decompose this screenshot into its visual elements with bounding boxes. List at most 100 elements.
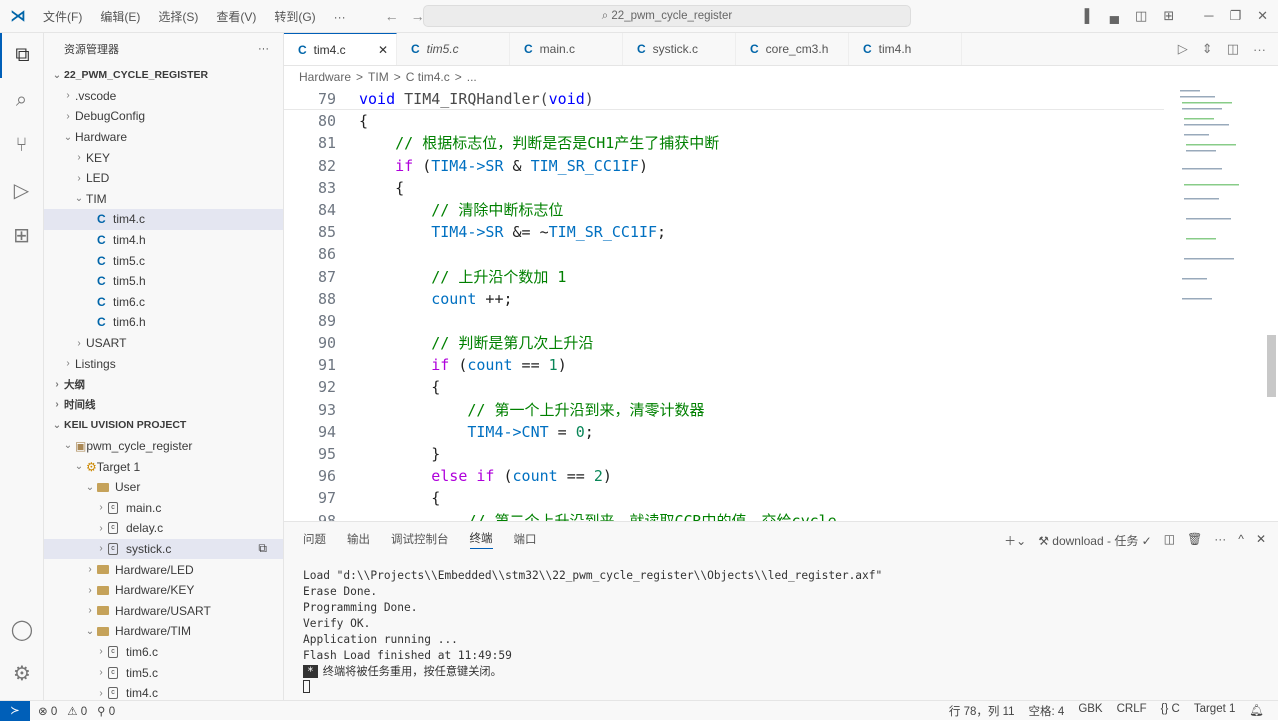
more-actions-button[interactable]: ··· [258,43,269,55]
errors-count[interactable]: ⊗ 0 [38,704,57,718]
tree-item[interactable]: › 大纲 [44,374,283,395]
restore-button[interactable]: ❐ [1229,8,1241,24]
compare-icon[interactable]: ⇕ [1202,41,1213,57]
tab-systick-c[interactable]: Csystick.c [623,33,736,65]
split-terminal-icon[interactable]: ◫ [1164,532,1175,549]
status-item[interactable]: CRLF [1117,703,1147,719]
menu-item[interactable]: 转到(G) [274,10,315,24]
ports-count[interactable]: ⚲ 0 [97,704,115,718]
tab-core_cm3-h[interactable]: Ccore_cm3.h [736,33,849,65]
tree-item[interactable]: › c tim6.c [44,642,283,663]
tree-item[interactable]: › Listings [44,353,283,374]
panel-tab[interactable]: 端口 [514,531,537,547]
panel-tab[interactable]: 输出 [347,531,370,547]
tree-item[interactable]: › LED [44,168,283,189]
status-item[interactable]: Target 1 [1194,703,1236,719]
tree-item[interactable]: › USART [44,333,283,354]
code-line[interactable]: 94 TIM4->CNT = 0; [284,421,1164,443]
tree-item[interactable]: › c tim5.c [44,662,283,683]
code-line[interactable]: 90 // 判断是第几次上升沿 [284,332,1164,354]
panel-tab[interactable]: 终端 [469,530,493,549]
tree-item[interactable]: Ctim5.c [44,250,283,271]
tree-item[interactable]: ⌄ Hardware [44,127,283,148]
notifications-bell-icon[interactable]: 🔔︎ [1249,703,1264,719]
status-item[interactable]: GBK [1078,703,1102,719]
tree-item[interactable]: Ctim4.c [44,209,283,230]
terminal-task-selector[interactable]: ⚒ download - 任务 ✓ [1038,532,1152,549]
tree-item[interactable]: › Hardware/USART [44,600,283,621]
breadcrumb-item[interactable]: Hardware [299,70,351,84]
code-line[interactable]: 87 // 上升沿个数加 1 [284,266,1164,288]
explorer-icon[interactable]: ⧉ [0,33,43,78]
tree-item[interactable]: › KEY [44,147,283,168]
command-center-search[interactable]: ⌕ 22_pwm_cycle_register [423,5,911,27]
tree-item[interactable]: ⌄ ▣ pwm_cycle_register [44,436,283,457]
menu-item[interactable]: 编辑(E) [100,10,140,24]
more-icon[interactable]: ··· [1214,532,1226,549]
tree-item[interactable]: Ctim5.h [44,271,283,292]
code-line[interactable]: 95 } [284,443,1164,465]
tree-item[interactable]: Ctim6.h [44,312,283,333]
trash-icon[interactable]: 🗑 [1187,532,1202,549]
tab-tim4-h[interactable]: Ctim4.h [849,33,962,65]
menu-item[interactable]: 文件(F) [43,10,82,24]
split-icon[interactable]: ◫ [1135,8,1147,24]
close-tab-icon[interactable]: ✕ [378,43,388,57]
terminal-output[interactable]: Load "d:\\Projects\\Embedded\\stm32\\22_… [303,568,882,696]
settings-gear-icon[interactable]: ⚙ [0,651,44,696]
search-icon[interactable]: ⌕ [0,78,43,123]
code-line[interactable]: 80 { [284,110,1164,132]
toggle-sidebar-icon[interactable]: ▌ [1085,8,1094,24]
minimize-button[interactable]: ─ [1204,8,1213,24]
tree-item[interactable]: ⌄ TIM [44,189,283,210]
close-panel-icon[interactable]: ✕ [1256,532,1266,549]
code-line[interactable]: 88 count ++; [284,288,1164,310]
breadcrumb-item[interactable]: ... [467,70,477,84]
maximize-panel-icon[interactable]: ^ [1238,532,1244,549]
code-editor[interactable]: 79 void TIM4_IRQHandler(void) 80 {81 // 根据标… [284,88,1164,532]
breadcrumb-item[interactable]: TIM [368,70,389,84]
code-line[interactable]: 85 TIM4->SR &= ~ TIM_SR_CC1IF; [284,221,1164,243]
run-icon[interactable]: ▷ [1178,41,1188,57]
code-line[interactable]: 86 [284,243,1164,265]
code-line[interactable]: 93 // 第一个上升沿到来，清零计数器 [284,399,1164,421]
new-terminal-icon[interactable]: ＋⌄ [1004,532,1026,549]
minimap[interactable] [1178,88,1278,518]
tree-item[interactable]: › c delay.c [44,518,283,539]
code-line[interactable]: 91 if (count == 1) [284,354,1164,376]
code-line[interactable]: 81 // 根据标志位，判断是否是CH1产生了捕获中断 [284,132,1164,154]
tree-item[interactable]: › .vscode [44,86,283,107]
close-button[interactable]: ✕ [1257,8,1268,24]
menu-item[interactable]: ··· [334,10,346,24]
tree-item[interactable]: › 时间线 [44,395,283,416]
code-line[interactable]: 82 if (TIM4->SR & TIM_SR_CC1IF) [284,155,1164,177]
run-debug-icon[interactable]: ▷ [0,168,43,213]
editor-scrollbar[interactable] [1267,335,1276,397]
tree-item[interactable]: ⌄ KEIL UVISION PROJECT [44,415,283,436]
panel-tab[interactable]: 调试控制台 [391,531,449,547]
tree-item[interactable]: ⌄ 22_PWM_CYCLE_REGISTER [44,65,283,86]
tree-item[interactable]: Ctim6.c [44,292,283,313]
warnings-count[interactable]: ⚠ 0 [67,704,87,718]
tab-main-c[interactable]: Cmain.c [510,33,623,65]
tree-item[interactable]: › DebugConfig [44,106,283,127]
tree-item[interactable]: › c main.c [44,497,283,518]
menu-item[interactable]: 查看(V) [216,10,256,24]
menu-item[interactable]: 选择(S) [158,10,198,24]
tree-item[interactable]: › Hardware/LED [44,559,283,580]
tab-tim4-c[interactable]: Ctim4.c ✕ [284,33,397,65]
tree-item[interactable]: ⌄ Hardware/TIM [44,621,283,642]
code-line[interactable]: 79 void TIM4_IRQHandler(void) [284,88,1164,111]
tree-item[interactable]: Ctim4.h [44,230,283,251]
toggle-panel-icon[interactable]: ▄ [1110,8,1119,24]
account-icon[interactable]: ◯ [0,607,44,652]
code-line[interactable]: 83 { [284,177,1164,199]
source-control-icon[interactable]: ⑂ [0,123,43,168]
remote-icon[interactable]: ≻ [0,700,30,721]
tree-item[interactable]: › Hardware/KEY [44,580,283,601]
code-line[interactable]: 84 // 清除中断标志位 [284,199,1164,221]
tree-item[interactable]: › c systick.c ⧉ [44,538,283,560]
split-editor-icon[interactable]: ◫ [1227,41,1239,57]
open-file-icon[interactable]: ⧉ [258,541,267,556]
status-item[interactable]: 行 78，列 11 [949,703,1015,719]
